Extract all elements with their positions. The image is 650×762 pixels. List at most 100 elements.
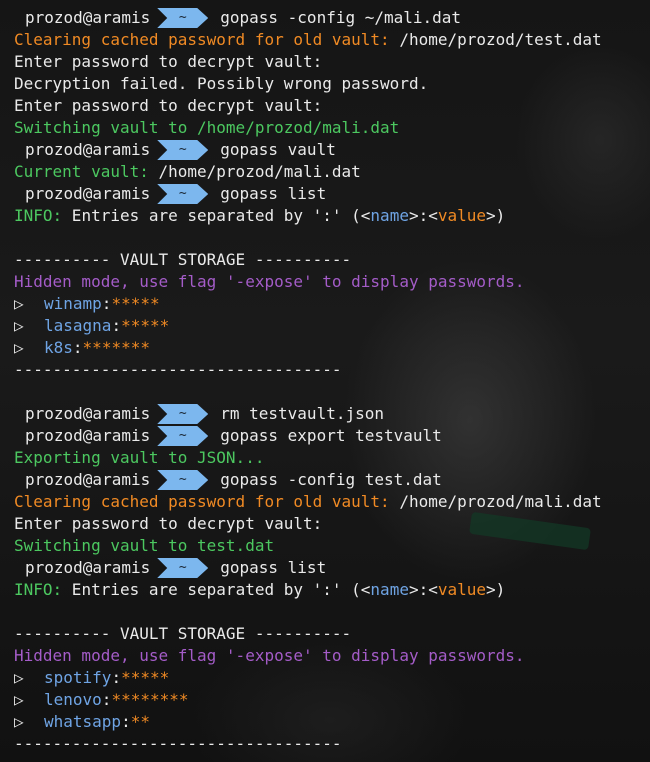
clearing-label: Clearing cached password for old vault: [14, 30, 390, 49]
separator-line: ---------------------------------- [14, 734, 342, 753]
entry-mask: ***** [121, 668, 170, 687]
enter-password-line: Enter password to decrypt vault: [14, 514, 323, 533]
hidden-mode-line: Hidden mode, use flag '-expose' to displ… [14, 646, 525, 665]
separator-line: ---------------------------------- [14, 360, 342, 379]
info-name: name [370, 580, 409, 599]
entry-name: whatsapp [44, 712, 122, 731]
prompt-dir-segment: ~ [157, 8, 209, 28]
vault-entry: ▷ lasagna:***** [14, 315, 650, 337]
prompt-dir: ~ [178, 406, 187, 421]
command-text: rm testvault.json [220, 404, 384, 423]
prompt-line: prozod@aramis ~ gopass -config ~/mali.da… [14, 7, 650, 29]
entry-colon: : [72, 338, 83, 357]
hidden-mode-line: Hidden mode, use flag '-expose' to displ… [14, 272, 525, 291]
info-text: Entries are separated by ':' (< [62, 580, 371, 599]
entry-name: lenovo [44, 690, 102, 709]
clearing-path: /home/prozod/test.dat [389, 30, 602, 49]
vault-entry: ▷ k8s:******* [14, 337, 650, 359]
triangle-icon: ▷ [14, 668, 24, 687]
entry-mask: ***** [121, 316, 170, 335]
prompt-line: prozod@aramis ~ gopass list [14, 557, 650, 579]
prompt-user: prozod@aramis [25, 184, 151, 203]
terminal-window[interactable]: prozod@aramis ~ gopass -config ~/mali.da… [0, 0, 650, 762]
info-name: name [370, 206, 409, 225]
vault-storage-header: ---------- VAULT STORAGE ---------- [14, 624, 352, 643]
entry-mask: ******** [111, 690, 189, 709]
clearing-path: /home/prozod/mali.dat [389, 492, 602, 511]
info-line: INFO: Entries are separated by ':' (<nam… [14, 205, 650, 227]
command-text: gopass list [220, 184, 327, 203]
triangle-icon: ▷ [14, 316, 24, 335]
clearing-line: Clearing cached password for old vault: … [14, 491, 650, 513]
decryption-failed-line: Decryption failed. Possibly wrong passwo… [14, 74, 429, 93]
switching-line: Switching vault to /home/prozod/mali.dat [14, 118, 400, 137]
triangle-icon: ▷ [14, 690, 24, 709]
entry-name: spotify [44, 668, 112, 687]
prompt-dir: ~ [178, 142, 187, 157]
info-text: >:< [408, 580, 438, 599]
info-text: Entries are separated by ':' (< [62, 206, 371, 225]
entry-colon: : [111, 668, 122, 687]
info-text: >) [486, 206, 506, 225]
command-text: gopass vault [220, 140, 336, 159]
clearing-label: Clearing cached password for old vault: [14, 492, 390, 511]
enter-password-line: Enter password to decrypt vault: [14, 96, 323, 115]
entry-colon: : [101, 690, 112, 709]
entry-mask: ** [130, 712, 150, 731]
entry-name: lasagna [44, 316, 112, 335]
vault-entry: ▷ winamp:***** [14, 293, 650, 315]
entry-mask: ******* [82, 338, 150, 357]
vault-entry: ▷ whatsapp:** [14, 711, 650, 733]
exporting-line: Exporting vault to JSON... [14, 448, 265, 467]
prompt-user: prozod@aramis [25, 140, 151, 159]
prompt-line: prozod@aramis ~ gopass export testvault [14, 425, 650, 447]
prompt-user: prozod@aramis [25, 426, 151, 445]
info-label: INFO: [14, 206, 63, 225]
prompt-line: prozod@aramis ~ rm testvault.json [14, 403, 650, 425]
clearing-line: Clearing cached password for old vault: … [14, 29, 650, 51]
prompt-user: prozod@aramis [25, 558, 151, 577]
prompt-dir: ~ [178, 10, 187, 25]
prompt-line: prozod@aramis ~ gopass vault [14, 139, 650, 161]
vault-storage-header: ---------- VAULT STORAGE ---------- [14, 250, 352, 269]
info-value: value [437, 580, 487, 599]
command-text: gopass -config ~/mali.dat [220, 8, 462, 27]
entry-name: winamp [44, 294, 102, 313]
command-text: gopass -config test.dat [220, 470, 442, 489]
current-vault-path: /home/prozod/mali.dat [148, 162, 361, 181]
prompt-dir: ~ [178, 428, 187, 443]
vault-entry: ▷ spotify:***** [14, 667, 650, 689]
prompt-dir: ~ [178, 472, 187, 487]
command-text: gopass export testvault [220, 426, 442, 445]
prompt-dir: ~ [178, 186, 187, 201]
vault-entry: ▷ lenovo:******** [14, 689, 650, 711]
enter-password-line: Enter password to decrypt vault: [14, 52, 323, 71]
entry-colon: : [101, 294, 112, 313]
info-text: >) [486, 580, 506, 599]
prompt-dir-segment: ~ [157, 426, 209, 446]
prompt-user: prozod@aramis [25, 404, 151, 423]
prompt-dir-segment: ~ [157, 184, 209, 204]
triangle-icon: ▷ [14, 712, 24, 731]
prompt-dir-segment: ~ [157, 404, 209, 424]
prompt-line: prozod@aramis ~ gopass list [14, 183, 650, 205]
triangle-icon: ▷ [14, 338, 24, 357]
prompt-dir: ~ [178, 560, 187, 575]
info-label: INFO: [14, 580, 63, 599]
command-text: gopass list [220, 558, 327, 577]
prompt-user: prozod@aramis [25, 8, 151, 27]
current-vault-label: Current vault: [14, 162, 149, 181]
current-vault-line: Current vault: /home/prozod/mali.dat [14, 161, 650, 183]
entry-colon: : [111, 316, 122, 335]
prompt-dir-segment: ~ [157, 140, 209, 160]
entry-name: k8s [44, 338, 73, 357]
prompt-line: prozod@aramis ~ gopass -config test.dat [14, 469, 650, 491]
prompt-dir-segment: ~ [157, 470, 209, 490]
switching-line: Switching vault to test.dat [14, 536, 275, 555]
prompt-dir-segment: ~ [157, 558, 209, 578]
entry-colon: : [121, 712, 131, 731]
prompt-user: prozod@aramis [25, 470, 151, 489]
